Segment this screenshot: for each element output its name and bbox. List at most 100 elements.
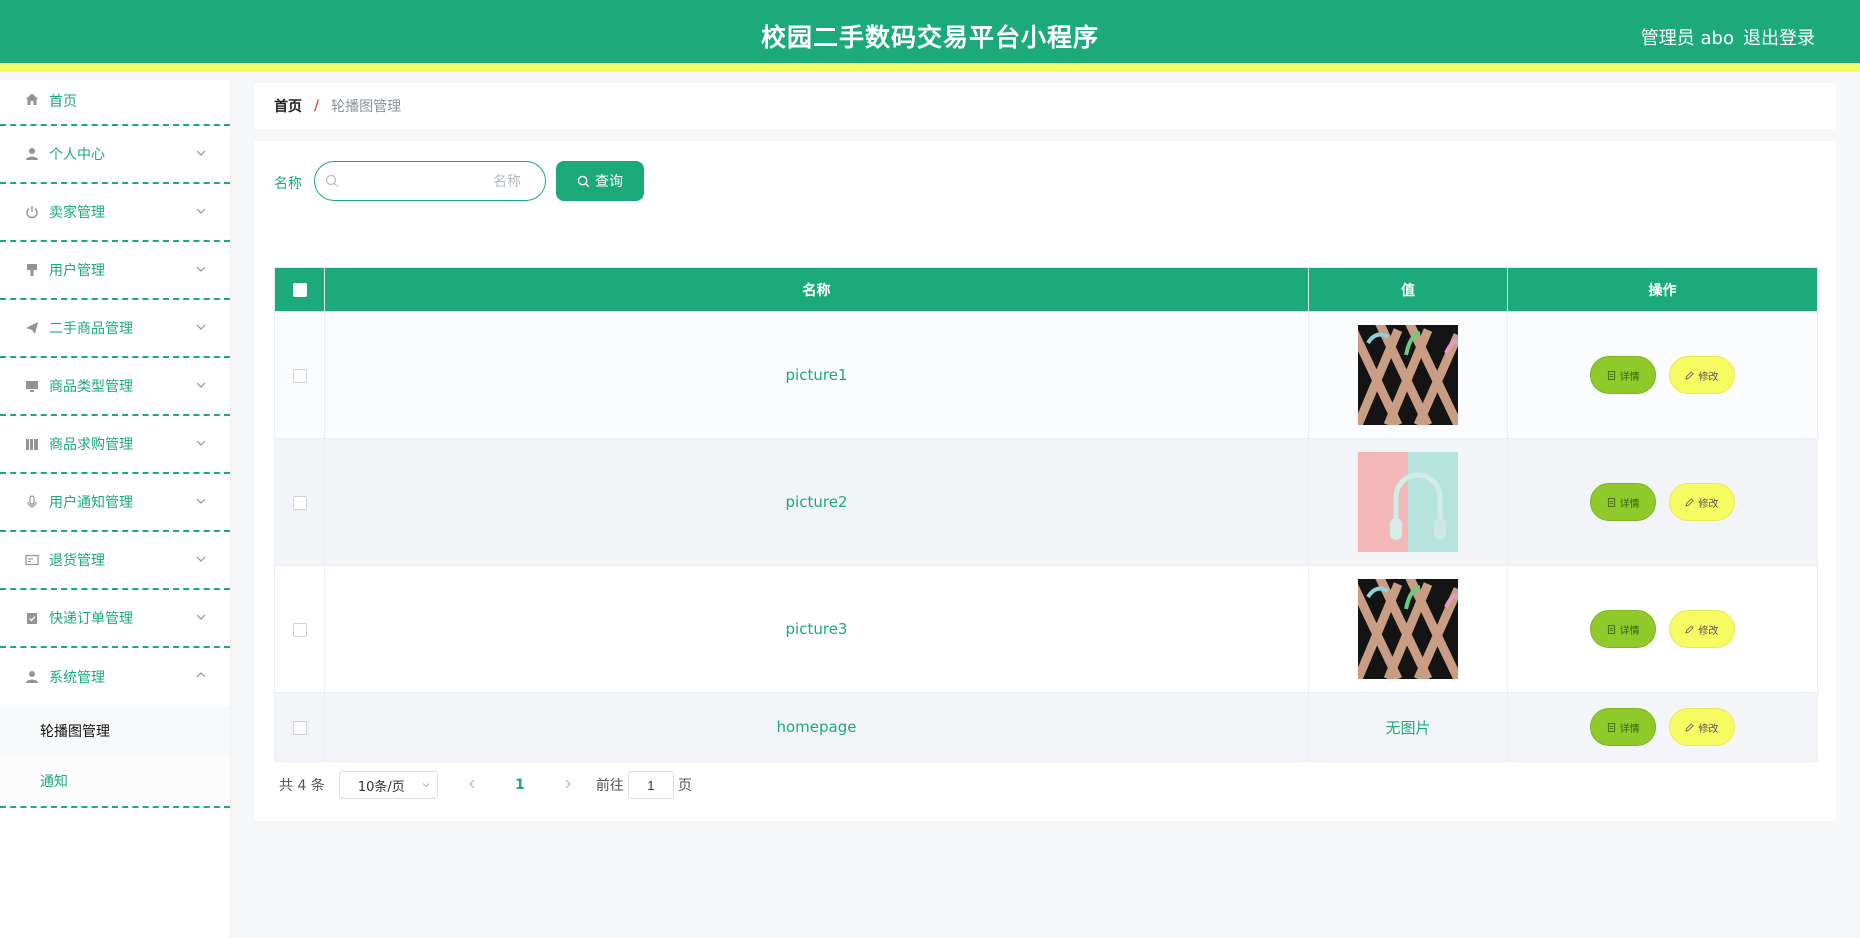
id-card-icon	[24, 552, 40, 568]
edit-button-label: 修改	[1698, 723, 1719, 735]
edit-button-label: 修改	[1698, 371, 1719, 383]
paper-plane-icon	[24, 320, 40, 336]
breadcrumb-home[interactable]: 首页	[274, 96, 302, 116]
detail-button[interactable]: 详情	[1590, 483, 1657, 521]
breadcrumb-current: 轮播图管理	[331, 99, 402, 115]
select-all-cell	[274, 267, 325, 312]
goto-label: 前往	[595, 778, 624, 794]
system-submenu: 轮播图管理 通知	[0, 706, 230, 808]
pagination-total: 共 4 条	[279, 778, 325, 794]
sidebar-item-label: 卖家管理	[49, 205, 105, 221]
logout-button[interactable]: 退出登录	[1743, 24, 1815, 50]
sidebar-item-system[interactable]: 系统管理	[0, 648, 230, 706]
page-number-current[interactable]: 1	[502, 777, 538, 793]
sidebar-subitem-carousel[interactable]: 轮播图管理	[0, 706, 230, 756]
edit-button-label: 修改	[1698, 498, 1719, 510]
actions-cell: 详情 修改	[1507, 311, 1818, 439]
pencil-icon	[1685, 497, 1695, 507]
row-checkbox[interactable]	[292, 622, 307, 637]
sidebar-item-returns[interactable]: 退货管理	[0, 532, 230, 590]
column-header-actions: 操作	[1507, 267, 1818, 312]
home-icon	[24, 91, 40, 107]
column-header-name: 名称	[324, 267, 1309, 312]
breadcrumb-separator: /	[314, 98, 320, 114]
clipboard-check-icon	[24, 610, 40, 626]
sidebar-item-user-notices[interactable]: 用户通知管理	[0, 474, 230, 532]
sidebar-item-purchase-requests[interactable]: 商品求购管理	[0, 416, 230, 474]
pagination: 共 4 条 10条/页 1 前往 页	[274, 770, 692, 800]
table-row: picture2 详情 修改	[274, 438, 1818, 566]
sidebar-item-secondhand-goods[interactable]: 二手商品管理	[0, 300, 230, 358]
select-all-checkbox[interactable]	[292, 282, 307, 297]
chevron-down-icon	[196, 614, 206, 620]
carousel-thumbnail[interactable]	[1358, 325, 1458, 425]
sidebar-item-goods-types[interactable]: 商品类型管理	[0, 358, 230, 416]
page-size-select[interactable]: 10条/页	[338, 771, 438, 799]
detail-button[interactable]: 详情	[1590, 610, 1657, 648]
edit-button[interactable]: 修改	[1668, 708, 1735, 746]
detail-button-label: 详情	[1619, 498, 1640, 510]
chevron-down-icon	[196, 440, 206, 446]
document-icon	[1607, 624, 1615, 634]
table-row: homepage 无图片 详情 修改	[274, 692, 1818, 762]
prev-page-button[interactable]	[460, 777, 484, 793]
edit-button[interactable]: 修改	[1668, 610, 1735, 648]
table-row: picture1 详情 修改	[274, 311, 1818, 439]
edit-button-label: 修改	[1698, 625, 1719, 637]
value-cell	[1308, 565, 1508, 693]
actions-cell: 详情 修改	[1507, 692, 1818, 762]
sidebar-item-sellers[interactable]: 卖家管理	[0, 184, 230, 242]
next-page-button[interactable]	[556, 777, 580, 793]
content-panel: 名称 查询 名称 值 操作 picture1	[254, 141, 1836, 821]
search-label: 名称	[274, 176, 302, 192]
sidebar-item-label: 商品求购管理	[49, 437, 133, 453]
chevron-down-icon	[196, 150, 206, 156]
sidebar-item-label: 商品类型管理	[49, 379, 133, 395]
carousel-thumbnail[interactable]	[1358, 452, 1458, 552]
row-checkbox[interactable]	[292, 720, 307, 735]
detail-button[interactable]: 详情	[1590, 708, 1657, 746]
app-title: 校园二手数码交易平台小程序	[760, 23, 1099, 52]
row-select-cell	[274, 565, 325, 693]
sidebar-item-express-orders[interactable]: 快递订单管理	[0, 590, 230, 648]
search-box	[314, 161, 546, 201]
top-header: 校园二手数码交易平台小程序 管理员 abo 退出登录	[0, 0, 1860, 72]
sidebar-item-label: 快递订单管理	[49, 611, 133, 627]
chevron-down-icon	[196, 498, 206, 504]
name-cell: homepage	[324, 692, 1309, 762]
chevron-down-icon	[196, 556, 206, 562]
sidebar-subitem-notice[interactable]: 通知	[0, 756, 230, 806]
chevron-down-icon	[196, 266, 206, 272]
sidebar: 首页 个人中心 卖家管理 用户管理 二手商品管理 商品类型管理 商品求购管理 用…	[0, 80, 230, 938]
sidebar-item-label: 系统管理	[49, 670, 105, 686]
name-cell: picture3	[324, 565, 1309, 693]
chevron-down-icon	[196, 382, 206, 388]
sidebar-item-profile[interactable]: 个人中心	[0, 126, 230, 184]
sidebar-item-label: 二手商品管理	[49, 321, 133, 337]
query-button[interactable]: 查询	[556, 161, 644, 201]
table-row: picture3 详情 修改	[274, 565, 1818, 693]
sidebar-item-label: 用户通知管理	[49, 495, 133, 511]
edit-button[interactable]: 修改	[1668, 483, 1735, 521]
detail-button[interactable]: 详情	[1590, 356, 1657, 394]
sidebar-item-users[interactable]: 用户管理	[0, 242, 230, 300]
sidebar-item-label: 个人中心	[49, 147, 105, 163]
search-icon	[325, 174, 338, 187]
power-icon	[24, 204, 40, 220]
document-icon	[1607, 370, 1615, 380]
sidebar-item-home[interactable]: 首页	[0, 80, 230, 126]
chevron-down-icon	[422, 783, 430, 788]
name-cell: picture2	[324, 438, 1309, 566]
carousel-thumbnail[interactable]	[1358, 579, 1458, 679]
chevron-up-icon	[196, 672, 206, 678]
search-input[interactable]	[347, 162, 535, 200]
edit-button[interactable]: 修改	[1668, 356, 1735, 394]
chevron-down-icon	[196, 208, 206, 214]
actions-cell: 详情 修改	[1507, 438, 1818, 566]
goto-page-input[interactable]	[627, 771, 674, 799]
table-header-row: 名称 值 操作	[274, 267, 1818, 312]
row-checkbox[interactable]	[292, 495, 307, 510]
pencil-icon	[1685, 370, 1695, 380]
row-checkbox[interactable]	[292, 368, 307, 383]
user-cog-icon	[24, 669, 40, 685]
